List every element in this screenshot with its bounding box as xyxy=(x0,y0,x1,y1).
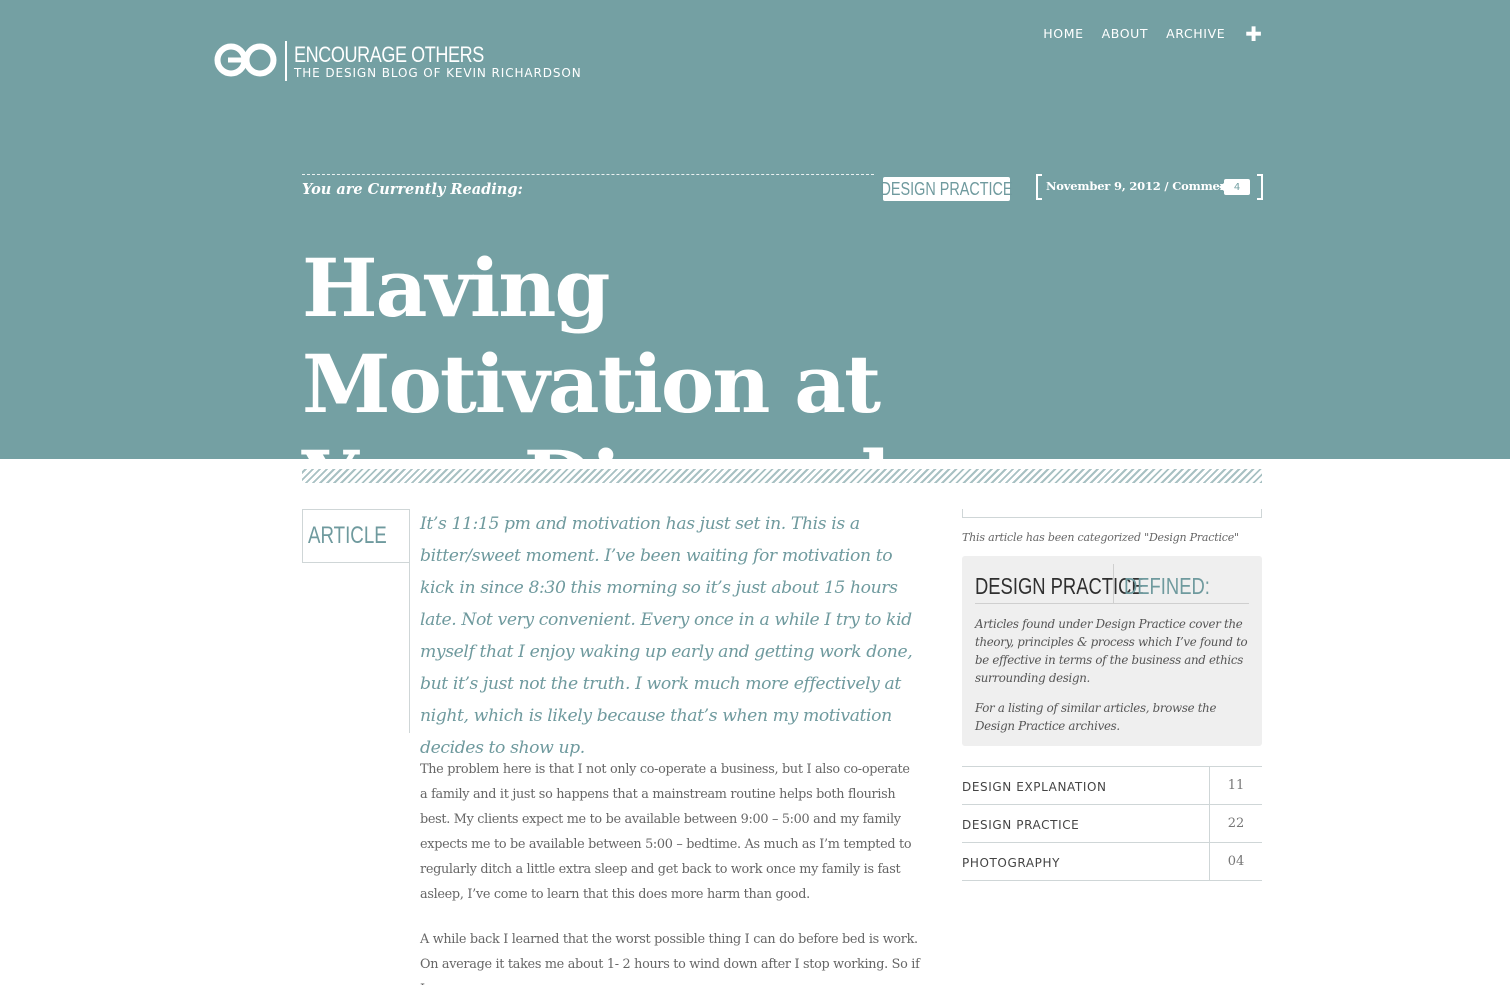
bracket-left xyxy=(1036,174,1042,200)
post-title: Having Motivation at Your Disposal xyxy=(302,241,891,527)
category-note: This article has been categorized "Desig… xyxy=(962,531,1239,544)
category-list: DESIGN EXPLANATION 11 DESIGN PRACTICE 22… xyxy=(962,766,1262,881)
bracket-right xyxy=(1257,174,1263,200)
hatched-divider xyxy=(302,469,1262,483)
article-vertical-rule xyxy=(409,509,410,733)
dashed-divider xyxy=(302,174,874,175)
category-item-design-explanation[interactable]: DESIGN EXPLANATION 11 xyxy=(962,767,1262,805)
article-lede: It’s 11:15 pm and motivation has just se… xyxy=(420,514,913,758)
comment-count-badge[interactable]: 4 xyxy=(1219,179,1250,195)
site-subtitle: THE DESIGN BLOG OF KEVIN RICHARDSON xyxy=(294,66,582,80)
definition-text: Articles found under Design Practice cov… xyxy=(975,617,1248,685)
category-count: 22 xyxy=(1209,805,1262,842)
category-count: 11 xyxy=(1209,767,1262,804)
article-section-label: ARTICLE xyxy=(302,509,410,563)
post-date-comments: November 9, 2012 / Comments xyxy=(1046,179,1240,193)
currently-reading-label: You are Currently Reading: xyxy=(302,181,523,198)
heading-rule xyxy=(975,603,1249,604)
sidebar-top-rule xyxy=(962,509,1262,518)
definition-heading-accent: DEFINED: xyxy=(1124,573,1210,599)
nav-about[interactable]: ABOUT xyxy=(1102,26,1149,41)
article-label-text: ARTICLE xyxy=(308,522,387,549)
logo-divider xyxy=(285,41,287,81)
category-name: PHOTOGRAPHY xyxy=(962,856,1061,870)
category-badge[interactable]: DESIGN PRACTICE xyxy=(880,177,1013,201)
nav-archive[interactable]: ARCHIVE xyxy=(1166,26,1225,41)
article-paragraph: A while back I learned that the worst po… xyxy=(420,932,920,985)
heading-separator xyxy=(1113,564,1114,603)
nav-home[interactable]: HOME xyxy=(1043,26,1083,41)
article-paragraph: The problem here is that I not only co-o… xyxy=(420,762,912,902)
definition-heading: DESIGN PRACTICE xyxy=(975,573,1144,599)
category-name: DESIGN PRACTICE xyxy=(962,818,1080,832)
category-count: 04 xyxy=(1209,843,1262,880)
archive-hint-text[interactable]: For a listing of similar articles, brows… xyxy=(975,699,1251,735)
category-item-design-practice[interactable]: DESIGN PRACTICE 22 xyxy=(962,805,1262,843)
post-meta: November 9, 2012 / Comments 4 xyxy=(1036,174,1263,200)
category-name: DESIGN EXPLANATION xyxy=(962,780,1107,794)
eo-monogram-icon[interactable] xyxy=(214,42,278,78)
plus-icon[interactable]: ✚ xyxy=(1245,24,1262,44)
site-title[interactable]: ENCOURAGE OTHERS xyxy=(294,42,484,68)
main-nav: HOME ABOUT ARCHIVE ✚ xyxy=(1025,24,1262,44)
category-definition-box: DESIGN PRACTICE DEFINED: Articles found … xyxy=(962,556,1262,746)
category-badge-label: DESIGN PRACTICE xyxy=(880,178,1013,199)
category-item-photography[interactable]: PHOTOGRAPHY 04 xyxy=(962,843,1262,881)
